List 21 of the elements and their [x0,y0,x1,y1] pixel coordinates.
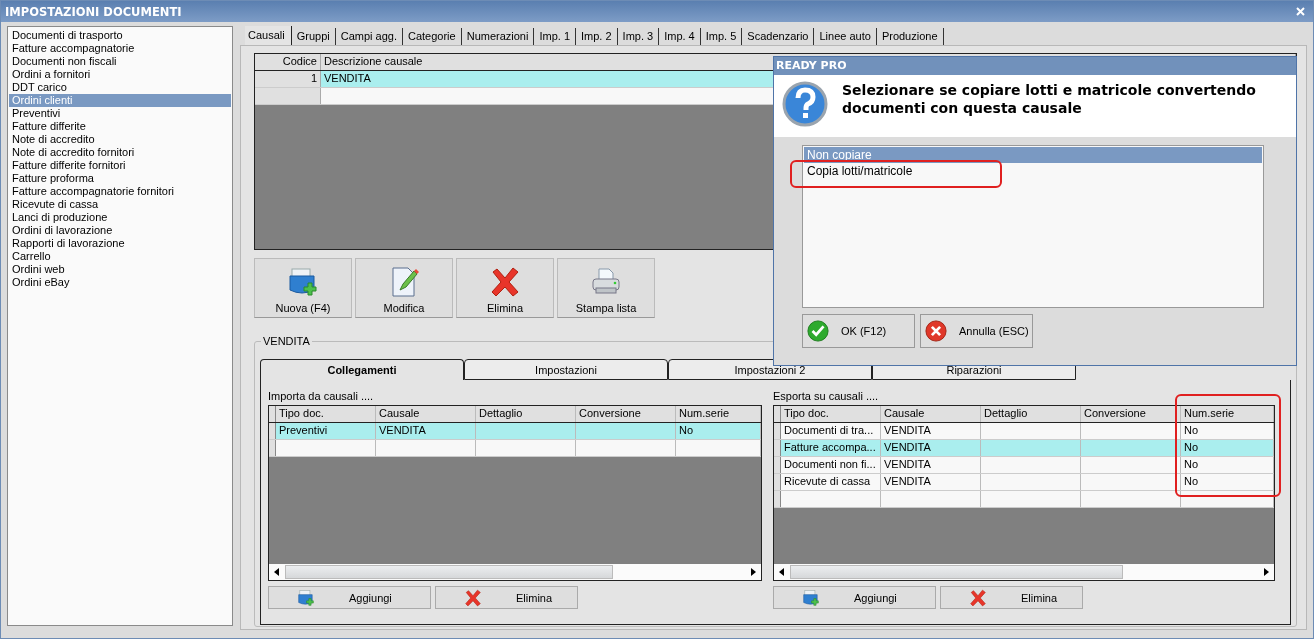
window-title: IMPOSTAZIONI DOCUMENTI [5,4,182,19]
table-cell: No [1181,474,1274,490]
dialog-title: READY PRO [774,57,1296,75]
table-cell: VENDITA [881,457,981,473]
group-title: VENDITA [261,335,312,347]
table-cell: No [1181,457,1274,473]
table-cell: Preventivi [276,423,376,439]
table-cell: Ricevute di cassa [781,474,881,490]
table-cell: VENDITA [881,474,981,490]
panel-label: Esporta su causali .... [773,390,880,403]
table-cell: VENDITA [881,440,981,456]
table-cell: Fatture accompa... [781,440,881,456]
table-cell: VENDITA [376,423,476,439]
table-cell: No [1181,423,1274,439]
panel-label: Importa da causali .... [268,390,375,403]
table-cell: Documenti di tra... [781,423,881,439]
table-cell: Documenti non fi... [781,457,881,473]
table-cell: VENDITA [881,423,981,439]
table-cell: No [1181,440,1274,456]
table-cell: No [676,423,761,439]
table-cell: 1 [255,71,321,87]
